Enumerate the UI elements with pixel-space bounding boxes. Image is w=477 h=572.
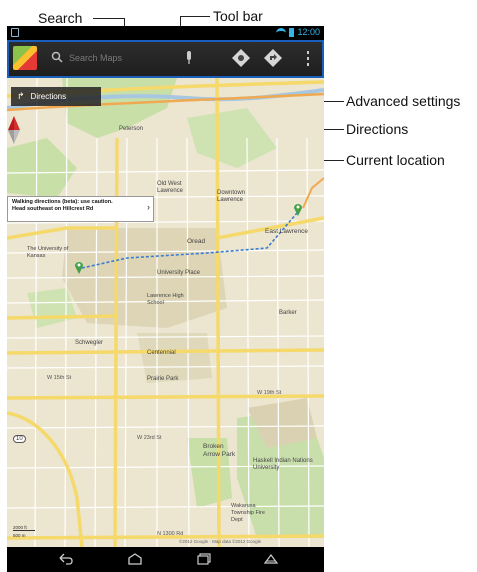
advanced-settings-callout: Advanced settings	[346, 93, 461, 109]
toolbar: Search Maps	[7, 40, 324, 78]
label-broken-arrow: Broken Arrow Park	[203, 443, 236, 458]
destination-pin-icon[interactable]	[293, 202, 303, 216]
label-w15th: W 15th St	[47, 375, 72, 381]
label-university: The University of Kansas	[27, 246, 69, 259]
label-w23rd: W 23rd St	[137, 435, 162, 441]
status-indicators: 12:00	[276, 27, 320, 37]
label-university-place: University Place	[157, 270, 201, 276]
current-location-icon[interactable]	[231, 48, 251, 68]
label-peterson: Peterson	[119, 126, 144, 132]
search-input[interactable]: Search Maps	[69, 53, 122, 63]
label-lawrence-high: Lawrence High School	[147, 293, 184, 306]
map-canvas	[7, 78, 324, 547]
turn-arrow-icon: ↱	[17, 91, 25, 101]
directions-icon[interactable]	[263, 48, 283, 68]
recent-apps-icon[interactable]	[197, 553, 213, 565]
navigation-bar	[7, 547, 324, 572]
label-prairie-park: Prairie Park	[147, 376, 179, 382]
tablet-screen: 12:00 Search Maps Peterson Old West Lawr…	[7, 26, 324, 572]
search-callout-line-h	[93, 18, 125, 19]
walking-bubble-line1: Walking directions (beta): use caution.	[12, 199, 113, 205]
walking-directions-bubble[interactable]: Walking directions (beta): use caution. …	[7, 196, 154, 222]
status-time: 12:00	[297, 27, 320, 37]
current-location-callout: Current location	[346, 152, 445, 168]
back-icon[interactable]	[57, 553, 73, 565]
walking-bubble-line2: Head southeast on Hillcrest Rd	[12, 206, 94, 212]
scale-bar-ft: 2000 ft	[13, 525, 35, 531]
maps-logo-icon[interactable]	[13, 46, 37, 70]
label-wakarusa: Wakarusa Township Fire Dept	[231, 503, 265, 523]
label-east-lawrence: East Lawrence	[265, 228, 308, 235]
label-centennial: Centennial	[147, 350, 176, 356]
chevron-right-icon: ›	[147, 202, 150, 212]
battery-icon	[289, 27, 295, 37]
toolbar-callout: Tool bar	[213, 8, 263, 24]
directions-callout: Directions	[346, 121, 409, 137]
search-callout: Search	[38, 10, 83, 26]
label-old-west-lawrence: Old West Lawrence	[157, 181, 184, 194]
label-w19th: W 19th St	[257, 390, 282, 396]
search-icon[interactable]	[51, 51, 63, 63]
toolbar-callout-line-h	[180, 16, 210, 17]
home-icon[interactable]	[127, 553, 143, 565]
screenshot-icon[interactable]	[263, 553, 279, 565]
map-view[interactable]: Peterson Old West Lawrence Downtown Lawr…	[7, 78, 324, 547]
status-bar: 12:00	[7, 26, 324, 40]
origin-pin-icon[interactable]	[74, 260, 84, 274]
notification-icon	[11, 28, 19, 37]
compass-icon[interactable]	[7, 116, 21, 144]
wifi-icon	[276, 28, 287, 36]
label-barker: Barker	[279, 310, 297, 316]
label-haskell: Haskell Indian Nations University	[253, 458, 313, 471]
label-route-10: 10	[13, 435, 26, 443]
microphone-icon[interactable]	[185, 51, 193, 65]
label-schwegler: Schwegler	[75, 340, 104, 346]
label-downtown: Downtown Lawrence	[217, 190, 246, 203]
label-oread: Oread	[187, 238, 206, 245]
overflow-menu-icon[interactable]	[305, 50, 311, 66]
map-copyright: ©2012 Google · Map data ©2012 Google	[179, 539, 262, 544]
label-n1300: N 1300 Rd	[157, 531, 184, 537]
directions-chip[interactable]: ↱ Directions	[11, 87, 101, 106]
scale-bar-m: 500 m	[13, 533, 26, 538]
directions-chip-label: Directions	[30, 92, 67, 101]
